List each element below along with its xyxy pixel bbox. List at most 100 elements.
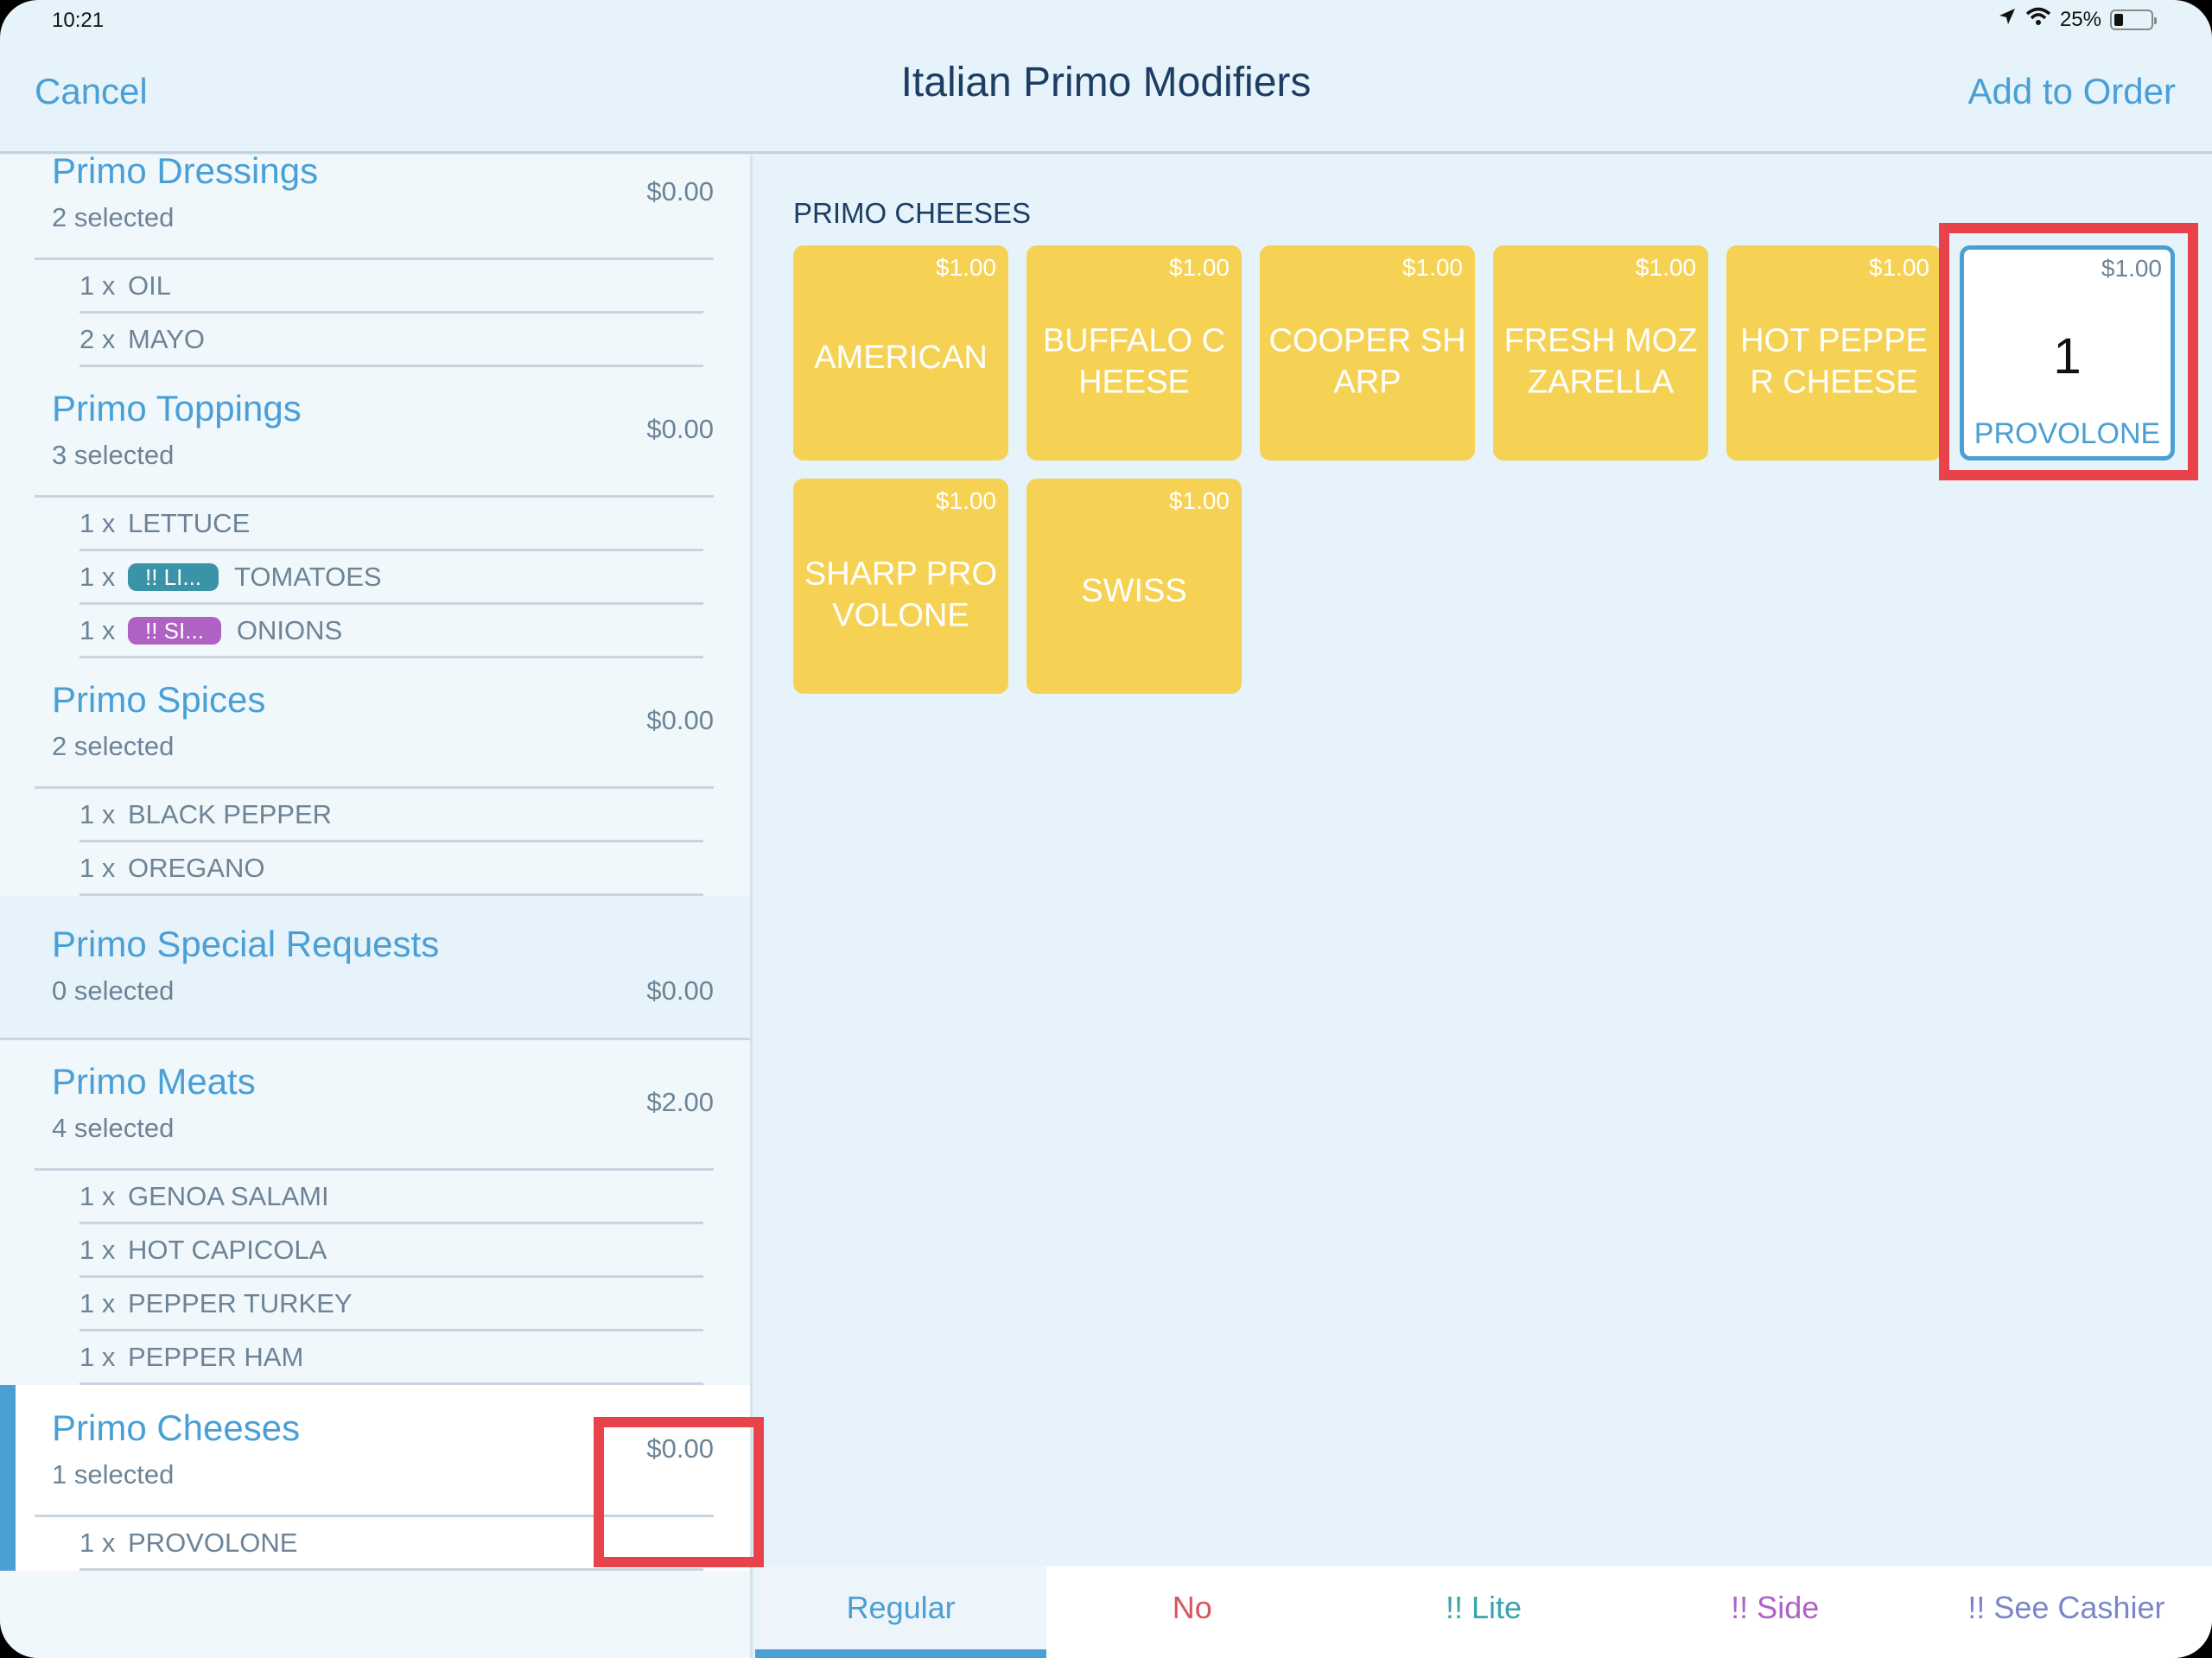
selected-modifier-row[interactable]: 1 x !! LI... TOMATOES: [79, 551, 703, 605]
modifier-name: LETTUCE: [128, 507, 251, 538]
tab-lite[interactable]: !! Lite: [1338, 1566, 1629, 1658]
header: Cancel Italian Primo Modifiers Add to Or…: [0, 0, 2212, 154]
modifier-type-badge: !! SI...: [128, 616, 221, 645]
selected-modifier-row[interactable]: 1 x PEPPER TURKEY: [79, 1278, 703, 1331]
selected-modifier-row[interactable]: 1 x OREGANO: [79, 842, 703, 896]
group-selected-count: 2 selected: [52, 731, 175, 761]
group-header[interactable]: Primo Special Requests 0 selected $0.00: [52, 922, 714, 1031]
group-price: $0.00: [646, 176, 714, 206]
tile-name: FRESH MOZZARELLA: [1503, 322, 1698, 401]
group-title: Primo Special Requests: [52, 924, 440, 964]
modifier-name: HOT CAPICOLA: [128, 1234, 327, 1265]
modifier-group[interactable]: Primo Cheeses 1 selected $0.00 1 x PROVOLONE: [0, 1385, 750, 1571]
tile-price: $1.00: [1168, 254, 1230, 281]
modifier-qty: 1 x: [79, 1341, 116, 1372]
tab-seecashier[interactable]: !! See Cashier: [1921, 1566, 2212, 1658]
tile-price: $1.00: [935, 487, 996, 514]
selected-modifier-row[interactable]: 2 x MAYO: [79, 314, 703, 367]
modifier-group-list[interactable]: Primo Dressings 2 selected $0.00 1 x OIL 2 x M…: [0, 156, 753, 1658]
tile-name: HOT PEPPER CHEESE: [1740, 322, 1928, 401]
group-title: Primo Meats: [52, 1061, 256, 1102]
selected-modifier-row[interactable]: 1 x HOT CAPICOLA: [79, 1224, 703, 1278]
group-price: $0.00: [646, 414, 714, 444]
modifier-qty: 1 x: [79, 1180, 116, 1211]
page-title: Italian Primo Modifiers: [900, 60, 1312, 105]
modifier-group[interactable]: Primo Toppings 3 selected $0.00 1 x LETTUCE 1…: [0, 367, 750, 658]
tile-price: $1.00: [1635, 254, 1696, 281]
modifier-group[interactable]: Primo Special Requests 0 selected $0.00: [0, 896, 750, 1040]
group-title: Primo Spices: [52, 679, 266, 720]
tab-side[interactable]: !! Side: [1630, 1566, 1921, 1658]
selected-modifier-row[interactable]: 1 x PEPPER HAM: [79, 1331, 703, 1385]
tile-price: $1.00: [1402, 254, 1463, 281]
modifier-options-panel: PRIMO CHEESES $1.00 AMERICAN $1.00 BUFFALO …: [755, 156, 2212, 1566]
group-header[interactable]: Primo Meats 4 selected $2.00: [52, 1059, 714, 1168]
modifier-name: OIL: [128, 270, 171, 301]
ipad-screen: 10:21 25% Cancel Italian Primo Modifiers…: [0, 0, 2212, 1658]
tile-price: $1.00: [935, 254, 996, 281]
option-tile[interactable]: $1.00 COOPER SHARP: [1260, 245, 1475, 461]
tile-name: COOPER SHARP: [1268, 322, 1466, 401]
option-tile[interactable]: $1.00 BUFFALO CHEESE: [1027, 245, 1242, 461]
group-selected-count: 0 selected: [52, 975, 175, 1006]
option-tile[interactable]: $1.00 1 PROVOLONE: [1960, 245, 2175, 461]
option-tile[interactable]: $1.00 SHARP PROVOLONE: [793, 479, 1008, 694]
selected-modifier-row[interactable]: 1 x LETTUCE: [79, 498, 703, 551]
group-price: $2.00: [646, 1087, 714, 1117]
group-header[interactable]: Primo Toppings 3 selected $0.00: [52, 386, 714, 495]
tile-name: SHARP PROVOLONE: [804, 556, 998, 634]
tile-name: BUFFALO CHEESE: [1042, 322, 1226, 401]
modifier-qty: 1 x: [79, 1527, 116, 1558]
selected-modifier-row[interactable]: 1 x OIL: [79, 260, 703, 314]
tile-price: $1.00: [2101, 255, 2162, 282]
group-title: Primo Dressings: [52, 156, 319, 191]
group-header[interactable]: Primo Spices 2 selected $0.00: [52, 677, 714, 786]
tile-quantity: 1: [2053, 328, 2082, 384]
modifier-qty: 1 x: [79, 270, 116, 301]
tile-name: SWISS: [1081, 572, 1187, 609]
group-header[interactable]: Primo Dressings 2 selected $0.00: [52, 156, 714, 257]
modifier-qty: 1 x: [79, 1234, 116, 1265]
modifier-name: BLACK PEPPER: [128, 798, 333, 829]
tile-name: AMERICAN: [814, 339, 988, 376]
modifier-group[interactable]: Primo Meats 4 selected $2.00 1 x GENOA SALAM…: [0, 1040, 750, 1385]
tab-no[interactable]: No: [1046, 1566, 1338, 1658]
modifier-group[interactable]: Primo Dressings 2 selected $0.00 1 x OIL 2 x M…: [0, 156, 750, 367]
modifier-name: PEPPER TURKEY: [128, 1287, 353, 1318]
modifier-qty: 1 x: [79, 561, 116, 592]
modifier-name: GENOA SALAMI: [128, 1180, 329, 1211]
group-selected-count: 3 selected: [52, 440, 175, 470]
group-header[interactable]: Primo Cheeses 1 selected $0.00: [52, 1406, 714, 1515]
option-tile[interactable]: $1.00 FRESH MOZZARELLA: [1493, 245, 1708, 461]
modifier-qty: 1 x: [79, 1287, 116, 1318]
modifier-type-badge: !! LI...: [128, 562, 219, 591]
modifier-qty: 2 x: [79, 323, 116, 354]
modifier-qty: 1 x: [79, 852, 116, 883]
modifier-name: MAYO: [128, 323, 205, 354]
group-price: $0.00: [646, 705, 714, 735]
modifier-group[interactable]: Primo Spices 2 selected $0.00 1 x BLACK PEPP…: [0, 658, 750, 896]
modifier-name: ONIONS: [236, 614, 343, 645]
add-to-order-button[interactable]: Add to Order: [1968, 71, 2176, 112]
selected-modifier-row[interactable]: 1 x PROVOLONE: [79, 1517, 703, 1571]
group-title: Primo Cheeses: [52, 1407, 301, 1448]
selected-modifier-row[interactable]: 1 x !! SI... ONIONS: [79, 605, 703, 658]
group-price: $0.00: [646, 1433, 714, 1464]
option-tile[interactable]: $1.00 AMERICAN: [793, 245, 1008, 461]
section-label: PRIMO CHEESES: [793, 197, 1032, 229]
modifier-name: OREGANO: [128, 852, 265, 883]
group-selected-count: 4 selected: [52, 1113, 175, 1143]
selected-modifier-row[interactable]: 1 x BLACK PEPPER: [79, 789, 703, 842]
tile-price: $1.00: [1168, 487, 1230, 514]
option-tile-grid: $1.00 AMERICAN $1.00 BUFFALO CHEESE $1.00 COO…: [793, 245, 2175, 694]
modifier-type-tabbar: Regular No!! Lite!! Side!! See Cashier: [755, 1566, 2212, 1658]
group-title: Primo Toppings: [52, 388, 302, 429]
option-tile[interactable]: $1.00 SWISS: [1027, 479, 1242, 694]
group-selected-count: 1 selected: [52, 1459, 175, 1490]
selected-modifier-row[interactable]: 1 x GENOA SALAMI: [79, 1171, 703, 1224]
modifier-name: PROVOLONE: [128, 1527, 298, 1558]
tile-name: PROVOLONE: [1974, 417, 2161, 450]
modifier-qty: 1 x: [79, 614, 116, 645]
option-tile[interactable]: $1.00 HOT PEPPER CHEESE: [1726, 245, 1942, 461]
tab-regular[interactable]: Regular: [755, 1566, 1047, 1658]
